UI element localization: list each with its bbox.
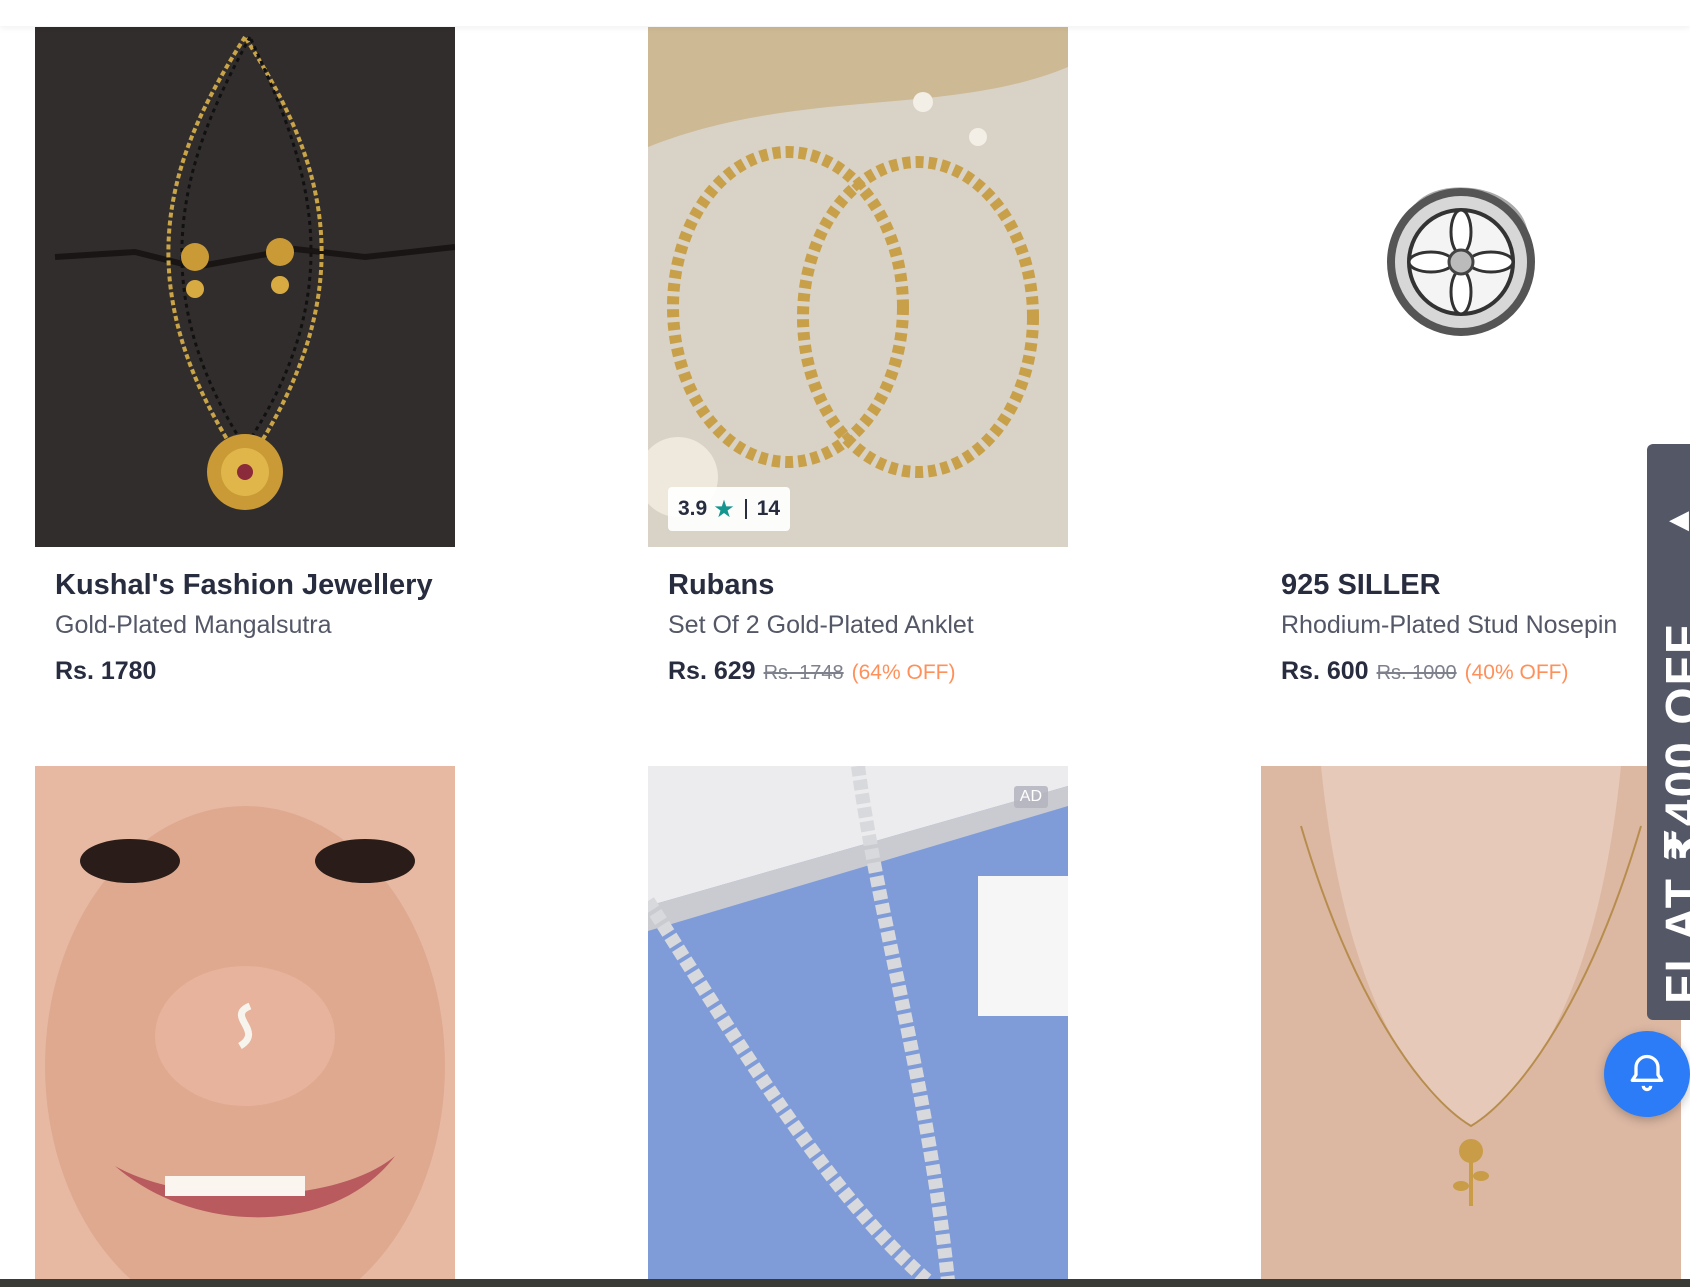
rating-badge: 3.9 ★ 14 [668,487,791,531]
product-image[interactable] [1261,766,1681,1281]
product-image[interactable] [1261,27,1681,547]
product-discount: (40% OFF) [1464,661,1569,684]
product-price: Rs. 600 [1281,657,1369,685]
product-mrp: Rs. 1000 [1376,662,1457,684]
product-brand: 925 SILLER [1281,569,1441,601]
product-price: Rs. 1780 [55,657,157,685]
product-price-row: Rs. 1780 [55,655,455,687]
product-mrp: Rs. 1748 [763,662,844,684]
product-name: Gold-Plated Mangalsutra [55,611,332,639]
product-discount: (64% OFF) [851,661,956,684]
product-image[interactable] [648,766,1068,1281]
product-price-row: Rs. 629 Rs. 1748 (64% OFF) [668,655,1068,689]
bottom-edge [0,1279,1690,1287]
offer-side-tab[interactable]: ◀ FLAT ₹400 OFF [1647,444,1690,1020]
product-price: Rs. 629 [668,657,756,685]
product-image[interactable] [648,27,1068,547]
product-brand: Rubans [668,569,775,601]
rating-separator [744,499,747,519]
product-name: Set Of 2 Gold-Plated Anklet [668,611,974,639]
ad-badge: AD [1013,786,1048,808]
star-icon: ★ [713,495,735,523]
product-brand: Kushal's Fashion Jewellery [55,569,433,601]
chevron-left-icon: ◀ [1669,504,1689,534]
rating-count: 14 [756,497,781,520]
offer-text: FLAT ₹400 OFF [1657,622,1690,1004]
bell-icon [1630,1054,1664,1092]
product-price-row: Rs. 600 Rs. 1000 (40% OFF) [1281,655,1681,689]
notification-button[interactable] [1604,1031,1690,1117]
product-image[interactable] [35,27,455,547]
product-image[interactable] [35,766,455,1281]
product-name: Rhodium-Plated Stud Nosepin [1281,611,1618,639]
top-bar [0,0,1690,26]
rating-value: 3.9 [678,497,708,520]
